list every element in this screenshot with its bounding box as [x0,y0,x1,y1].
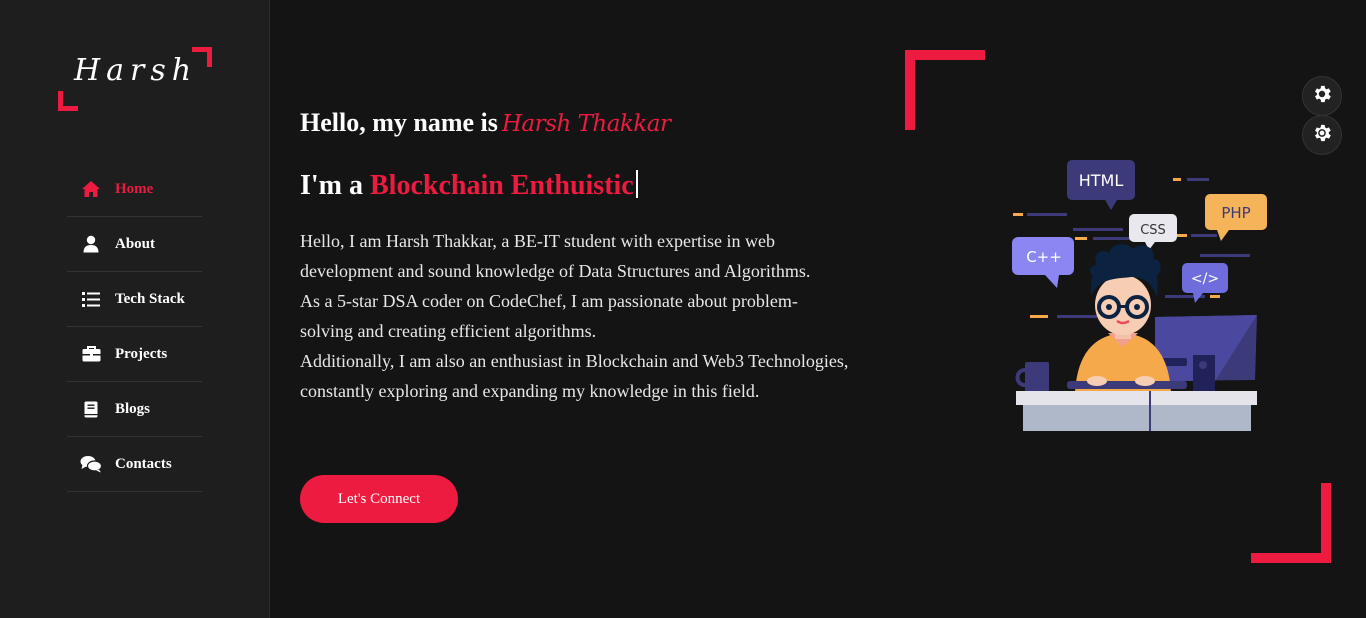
bio-text: Hello, I am Harsh Thakkar, a BE-IT stude… [300,226,920,406]
bubble-code-label: </> [1191,271,1219,287]
bio-line: Additionally, I am also an enthusiast in… [300,351,849,371]
book-icon [79,401,103,418]
bio-line: As a 5-star DSA coder on CodeChef, I am … [300,291,798,311]
html-bubble: HTML [1067,160,1135,210]
bio-line: solving and creating efficient algorithm… [300,321,597,341]
role-typed-text: Blockchain Enthuistic [370,170,634,201]
sidebar-item-label: Tech Stack [115,290,185,307]
desk [1016,391,1257,431]
sidebar-item-label: Home [115,180,154,197]
user-icon [79,235,103,253]
settings-button[interactable] [1302,76,1342,116]
sidebar-item-about[interactable]: About [67,217,202,272]
sidebar-item-label: Blogs [115,400,151,417]
sidebar-item-home[interactable]: Home [67,162,202,217]
theme-toggle-button[interactable] [1302,115,1342,155]
sidebar: Harsh Home About Tech Stack Projects Blo… [0,0,270,618]
briefcase-icon [79,346,103,362]
sidebar-item-projects[interactable]: Projects [67,327,202,382]
role-heading: I'm a Blockchain Enthuistic [300,170,638,202]
css-bubble: CSS [1129,214,1177,250]
sidebar-item-label: About [115,235,156,252]
gear-icon [1311,83,1333,110]
sidebar-item-contacts[interactable]: Contacts [67,437,202,492]
sidebar-item-tech-stack[interactable]: Tech Stack [67,272,202,327]
bio-line: constantly exploring and expanding my kn… [300,381,760,401]
logo[interactable]: Harsh [58,47,212,111]
sidebar-item-label: Contacts [115,455,172,472]
developer-illustration: HTML CSS PHP C++ </> [1005,155,1275,435]
cpp-bubble: C++ [1012,237,1074,288]
sidebar-nav: Home About Tech Stack Projects Blogs Con… [67,162,202,492]
logo-corner-bottom-left [58,91,78,111]
comments-icon [79,455,103,473]
sidebar-item-blogs[interactable]: Blogs [67,382,202,437]
greeting-heading: Hello, my name is Harsh Thakkar [300,108,671,138]
decorative-bracket-top-left [905,50,985,130]
sun-gear-icon [1311,122,1333,149]
sidebar-item-label: Projects [115,345,168,362]
mug [1015,362,1049,392]
bubble-css-label: CSS [1140,223,1166,238]
bio-line: development and sound knowledge of Data … [300,261,811,281]
logo-text: Harsh [74,53,198,88]
bubble-php-label: PHP [1221,204,1250,222]
hero-name: Harsh Thakkar [501,111,671,137]
bubble-html-label: HTML [1079,171,1124,190]
typing-caret [635,170,638,198]
list-icon [79,291,103,307]
bio-line: Hello, I am Harsh Thakkar, a BE-IT stude… [300,231,775,251]
bubble-cpp-label: C++ [1026,248,1062,266]
lets-connect-button[interactable]: Let's Connect [300,475,458,523]
role-prefix: I'm a [300,170,363,201]
php-bubble: PHP [1205,194,1267,241]
greeting-text: Hello, my name is [300,108,498,137]
home-icon [79,180,103,198]
decorative-bracket-bottom-right [1251,483,1331,563]
